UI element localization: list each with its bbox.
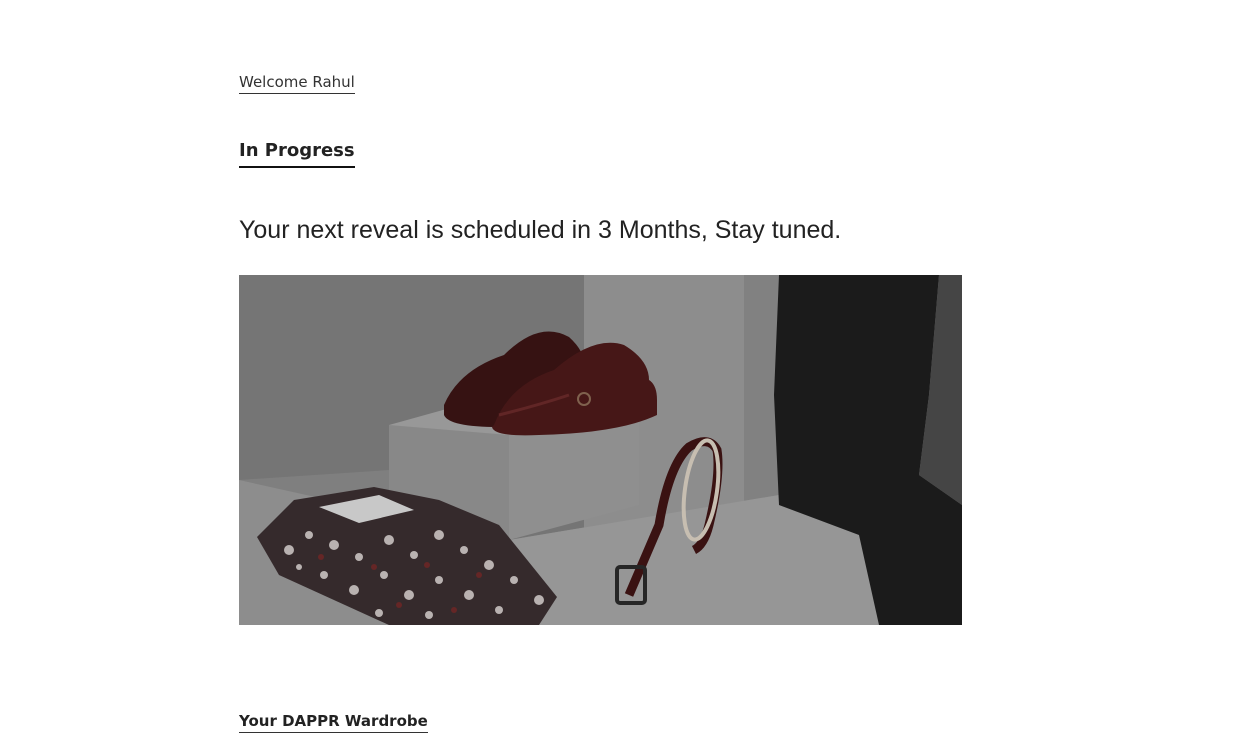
dappr-wardrobe-link[interactable]: Your DAPPR Wardrobe bbox=[239, 711, 428, 733]
wardrobe-preview-image bbox=[239, 275, 962, 625]
page: Welcome Rahul In Progress Your next reve… bbox=[0, 0, 1251, 735]
welcome-link[interactable]: Welcome Rahul bbox=[239, 72, 355, 94]
in-progress-heading: In Progress bbox=[239, 139, 355, 168]
reveal-schedule-message: Your next reveal is scheduled in 3 Month… bbox=[239, 216, 842, 244]
